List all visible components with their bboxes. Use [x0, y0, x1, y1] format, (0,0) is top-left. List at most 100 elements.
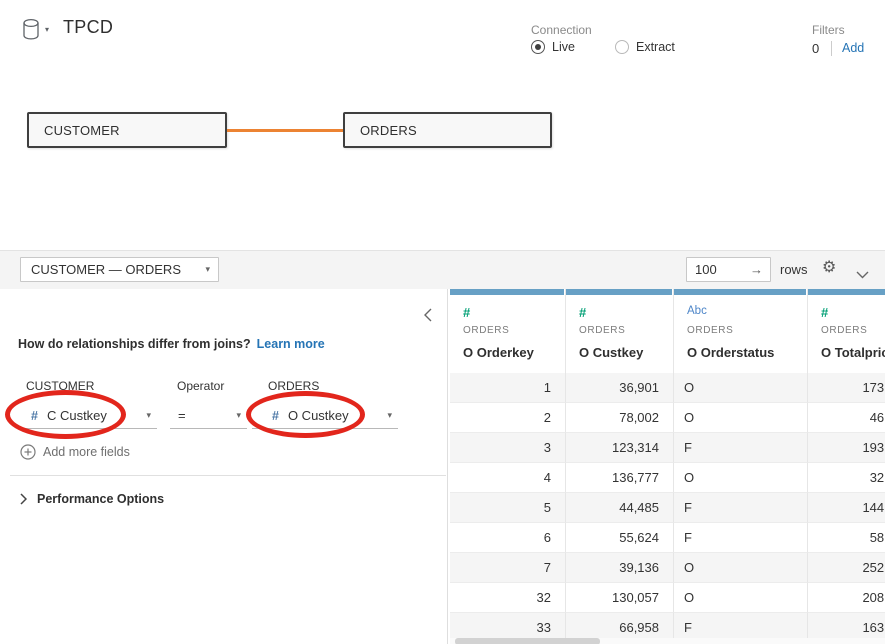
connection-label: Connection — [531, 23, 592, 37]
grid-cell: 5 — [450, 493, 566, 523]
column-header[interactable]: Abc ORDERS O Orderstatus — [674, 289, 808, 373]
column-field-name: O Custkey — [579, 345, 661, 360]
filters-label: Filters — [812, 23, 845, 37]
grid-cell: 193,8 — [808, 433, 885, 463]
radio-extract-icon — [615, 40, 629, 54]
table-row: 32130,057O208,6 — [450, 583, 885, 613]
radio-extract-label: Extract — [636, 40, 675, 54]
number-field-icon: # — [272, 409, 279, 423]
caret-down-icon: ▾ — [236, 410, 241, 421]
text-type-icon: Abc — [687, 305, 795, 319]
number-type-icon: # — [579, 305, 661, 319]
grid-cell: 36,901 — [566, 373, 674, 403]
grid-header-row: # ORDERS O Orderkey # ORDERS O Custkey Abc ORDE… — [450, 289, 885, 373]
grid-cell: 78,002 — [566, 403, 674, 433]
grid-cell: 32,1 — [808, 463, 885, 493]
grid-cell: 173,6 — [808, 373, 885, 403]
grid-cell: O — [674, 463, 808, 493]
horizontal-scrollbar[interactable] — [450, 638, 885, 644]
learn-more-link[interactable]: Learn more — [257, 337, 325, 351]
performance-options-expander[interactable]: Performance Options — [20, 492, 164, 506]
number-type-icon: # — [463, 305, 553, 319]
canvas-table-customer-label: CUSTOMER — [44, 123, 120, 138]
number-field-icon: # — [31, 409, 38, 423]
collapse-panel-icon[interactable] — [422, 306, 434, 329]
table-row: 136,901O173,6 — [450, 373, 885, 403]
radio-live-icon — [531, 40, 545, 54]
chevron-down-icon[interactable] — [856, 266, 869, 284]
scrollbar-thumb[interactable] — [455, 638, 600, 644]
table-row: 544,485F144,6 — [450, 493, 885, 523]
left-table-label: CUSTOMER — [26, 379, 94, 393]
relationship-selector-value: CUSTOMER — ORDERS — [31, 262, 181, 277]
question-text: How do relationships differ from joins? — [18, 337, 251, 351]
operator-value: = — [178, 408, 186, 423]
grid-cell: O — [674, 403, 808, 433]
column-header[interactable]: # ORDERS O Orderkey — [450, 289, 566, 373]
column-table-name: ORDERS — [687, 325, 795, 336]
canvas-table-orders[interactable]: ORDERS — [343, 112, 552, 148]
grid-cell: 1 — [450, 373, 566, 403]
left-field-dropdown[interactable]: # C Custkey ▾ — [18, 403, 157, 429]
performance-options-label: Performance Options — [37, 492, 164, 506]
right-field-value: O Custkey — [288, 408, 349, 423]
caret-down-icon: ▾ — [146, 410, 151, 421]
column-field-name: O Orderkey — [463, 345, 553, 360]
grid-cell: 2 — [450, 403, 566, 433]
column-header[interactable]: #ORDERSO Totalprice — [808, 289, 885, 373]
left-field-value: C Custkey — [47, 408, 107, 423]
row-limit-input[interactable] — [687, 258, 747, 281]
add-more-fields-label: Add more fields — [43, 445, 130, 459]
grid-cell: 130,057 — [566, 583, 674, 613]
number-type-icon: # — [821, 305, 885, 319]
column-header[interactable]: # ORDERS O Custkey — [566, 289, 674, 373]
grid-cell: O — [674, 553, 808, 583]
grid-cell: 208,6 — [808, 583, 885, 613]
grid-cell: 123,314 — [566, 433, 674, 463]
radio-option-live[interactable]: Live — [531, 40, 575, 54]
column-table-name: ORDERS — [821, 325, 885, 336]
grid-body: 136,901O173,6278,002O46,93123,314F193,84… — [450, 373, 885, 643]
caret-down-icon: ▾ — [205, 264, 210, 275]
grid-cell: 44,485 — [566, 493, 674, 523]
grid-cell: 6 — [450, 523, 566, 553]
radio-option-extract[interactable]: Extract — [615, 40, 675, 54]
apply-arrow-icon: → — [750, 262, 763, 277]
table-row: 4136,777O32,1 — [450, 463, 885, 493]
column-field-name: O Orderstatus — [687, 345, 795, 360]
grid-cell: F — [674, 493, 808, 523]
table-row: 739,136O252,0 — [450, 553, 885, 583]
grid-cell: 4 — [450, 463, 566, 493]
bottom-panel: CUSTOMER — ORDERS ▾ → rows ⚙ How do rela… — [0, 250, 885, 644]
radio-live-label: Live — [552, 40, 575, 54]
grid-cell: 32 — [450, 583, 566, 613]
grid-cell: 7 — [450, 553, 566, 583]
caret-down-icon: ▾ — [387, 410, 392, 421]
table-row: 3123,314F193,8 — [450, 433, 885, 463]
table-row: 278,002O46,9 — [450, 403, 885, 433]
right-field-dropdown[interactable]: # O Custkey ▾ — [252, 403, 398, 429]
operator-label: Operator — [177, 379, 224, 393]
column-table-name: ORDERS — [579, 325, 661, 336]
column-table-name: ORDERS — [463, 325, 553, 336]
grid-cell: O — [674, 583, 808, 613]
table-row: 655,624F58,7 — [450, 523, 885, 553]
canvas-table-customer[interactable]: CUSTOMER — [27, 112, 227, 148]
gear-icon[interactable]: ⚙ — [822, 260, 836, 276]
grid-cell: F — [674, 433, 808, 463]
grid-cell: F — [674, 523, 808, 553]
filters-add-link[interactable]: Add — [842, 41, 864, 55]
grid-cell: O — [674, 373, 808, 403]
rows-label: rows — [780, 262, 807, 277]
database-caret-icon[interactable]: ▾ — [45, 25, 49, 34]
operator-dropdown[interactable]: = ▾ — [170, 403, 247, 429]
add-more-fields-button[interactable]: Add more fields — [20, 444, 130, 460]
datasource-title[interactable]: TPCD — [63, 17, 113, 38]
database-icon[interactable] — [22, 18, 44, 47]
preview-toolbar: CUSTOMER — ORDERS ▾ → rows ⚙ — [0, 251, 885, 289]
grid-cell: 3 — [450, 433, 566, 463]
relationship-noodle[interactable] — [227, 129, 343, 132]
relationship-selector-dropdown[interactable]: CUSTOMER — ORDERS ▾ — [20, 257, 219, 282]
grid-cell: 46,9 — [808, 403, 885, 433]
data-preview-grid: # ORDERS O Orderkey # ORDERS O Custkey Abc ORDE… — [450, 289, 885, 644]
